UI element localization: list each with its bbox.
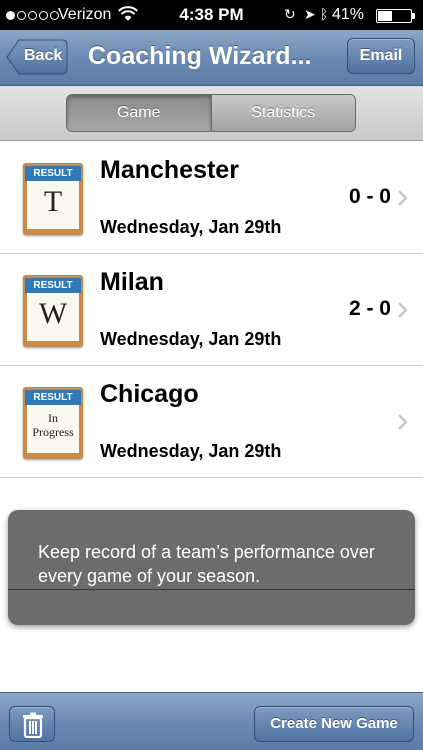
game-list: RESULT T Manchester Wednesday, Jan 29th …: [0, 142, 423, 478]
team-name: Manchester: [100, 156, 239, 184]
chevron-right-icon: [398, 190, 408, 206]
game-date: Wednesday, Jan 29th: [100, 217, 282, 237]
battery-icon: [376, 9, 415, 23]
game-score: 0 - 0: [348, 185, 391, 208]
result-status-line-1: In: [48, 411, 58, 425]
status-bar: Verizon 4:38 PM ↻ ➤ ᛒ 41%: [0, 0, 423, 30]
tip-overlay[interactable]: Keep record of a team’s performance over…: [8, 510, 415, 625]
result-letter: W: [38, 297, 68, 330]
email-button[interactable]: Email: [347, 38, 415, 74]
chevron-right-icon: [398, 414, 408, 430]
tab-game[interactable]: Game: [67, 95, 211, 131]
result-badge: RESULT: [25, 278, 81, 293]
create-new-game-button[interactable]: Create New Game: [254, 706, 414, 742]
game-row-chicago[interactable]: RESULT In Progress Chicago Wednesday, Ja…: [0, 366, 423, 478]
trash-icon: [23, 712, 43, 738]
delete-button[interactable]: [9, 706, 55, 742]
battery-percent: 41%: [332, 6, 365, 23]
team-name: Milan: [100, 268, 164, 296]
back-button[interactable]: Back: [6, 39, 68, 75]
view-segmented-control: Game Statistics: [66, 94, 356, 132]
game-row-milan[interactable]: RESULT W Milan Wednesday, Jan 29th 2 - 0: [0, 254, 423, 366]
game-date: Wednesday, Jan 29th: [100, 441, 282, 461]
game-score: 2 - 0: [348, 297, 391, 320]
result-status: In Progress: [23, 411, 83, 439]
chevron-right-icon: [398, 302, 408, 318]
result-status-line-2: Progress: [32, 425, 74, 439]
result-badge: RESULT: [25, 166, 81, 181]
tab-statistics[interactable]: Statistics: [210, 95, 355, 131]
tip-text: Keep record of a team’s performance over…: [38, 542, 375, 586]
navigation-bar: Back Coaching Wizard... Email: [0, 30, 423, 86]
bottom-toolbar: Create New Game: [0, 692, 423, 750]
game-row-manchester[interactable]: RESULT T Manchester Wednesday, Jan 29th …: [0, 142, 423, 254]
result-icon: RESULT In Progress: [23, 387, 83, 459]
result-badge: RESULT: [25, 390, 81, 405]
tip-divider: [8, 589, 415, 590]
result-icon: RESULT W: [23, 275, 83, 347]
location-arrow-icon: ➤: [304, 6, 316, 22]
result-letter: T: [43, 185, 63, 218]
segment-bar: Game Statistics: [0, 86, 423, 141]
bluetooth-icon: ᛒ: [320, 6, 329, 22]
result-icon: RESULT T: [23, 163, 83, 235]
back-button-label: Back: [24, 47, 63, 64]
rotation-lock-icon: ↻: [284, 6, 296, 22]
page-title: Coaching Wizard...: [88, 42, 312, 70]
game-date: Wednesday, Jan 29th: [100, 329, 282, 349]
team-name: Chicago: [100, 380, 199, 408]
